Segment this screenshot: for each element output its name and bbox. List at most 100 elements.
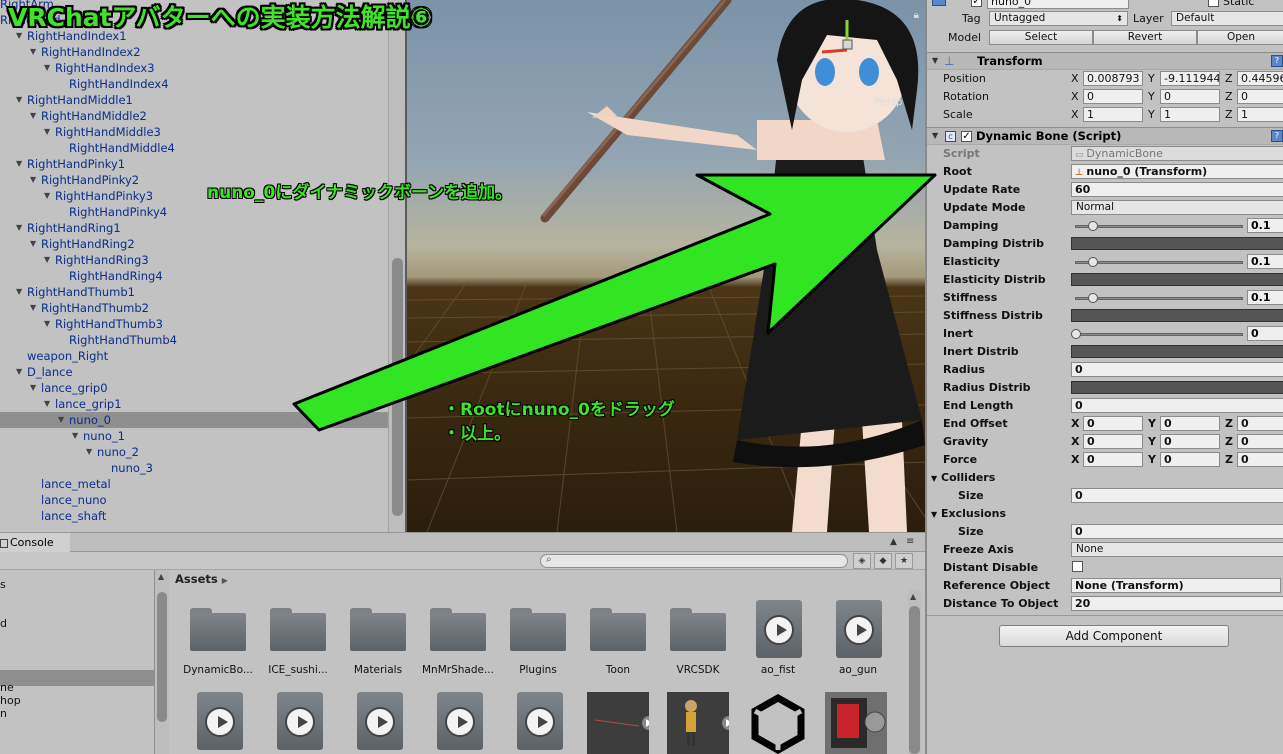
foldout-arrow-icon[interactable]: ▼	[16, 364, 22, 380]
hierarchy-item[interactable]: RightHandMiddle4	[0, 140, 388, 156]
active-checkbox[interactable]: ✓	[971, 0, 982, 7]
rotation-x-field[interactable]: 0	[1083, 89, 1143, 104]
end-offset-z-field[interactable]: 0	[1237, 416, 1283, 431]
hierarchy-item[interactable]: ▼ RightHandRing3	[0, 252, 388, 268]
hierarchy-item[interactable]: ▼ nuno_2	[0, 444, 388, 460]
hierarchy-item[interactable]: lance_nuno	[0, 492, 388, 508]
project-tree-item[interactable]: hop	[0, 694, 21, 708]
hierarchy-item[interactable]: ▼ RightHandIndex2	[0, 44, 388, 60]
hierarchy-scroll-thumb[interactable]	[392, 258, 403, 516]
audio-asset-icon[interactable]	[517, 692, 563, 750]
filter-by-label-icon[interactable]: ◆	[874, 553, 892, 569]
hierarchy-item[interactable]: ▼ RightHandMiddle1	[0, 92, 388, 108]
foldout-arrow-icon[interactable]: ▼	[86, 444, 92, 460]
tag-dropdown[interactable]: Untagged ⬍	[989, 11, 1128, 26]
project-search-input[interactable]: ⌕	[540, 554, 848, 568]
stiffness-slider[interactable]	[1071, 292, 1245, 305]
force-z-field[interactable]: 0	[1237, 452, 1283, 467]
exclusions-size-field[interactable]: 0	[1071, 524, 1283, 539]
hierarchy-item[interactable]: ▼ RightHandPinky1	[0, 156, 388, 172]
audio-asset-icon[interactable]	[437, 692, 483, 750]
hierarchy-item[interactable]: weapon_Right	[0, 348, 388, 364]
distance-to-object-field[interactable]: 20	[1071, 596, 1283, 611]
model-preview-icon[interactable]	[667, 692, 736, 754]
asset-item[interactable]: ICE_sushi...	[258, 592, 338, 682]
gameobject-name-field[interactable]: nuno_0	[987, 0, 1129, 9]
hierarchy-scrollbar[interactable]	[388, 0, 405, 532]
hierarchy-item[interactable]: ▼ RightHandThumb1	[0, 284, 388, 300]
lock-icon[interactable]: ▲	[890, 537, 897, 547]
force-y-field[interactable]: 0	[1160, 452, 1220, 467]
layer-dropdown[interactable]: Default	[1171, 11, 1283, 26]
stiffness-field[interactable]: 0.1	[1247, 290, 1283, 305]
foldout-arrow-icon[interactable]: ▼	[30, 236, 36, 252]
damping-distrib-curve[interactable]	[1071, 237, 1283, 250]
foldout-arrow-icon[interactable]: ▼	[58, 412, 64, 428]
inert-distrib-curve[interactable]	[1071, 345, 1283, 358]
hierarchy-item[interactable]: RightHandPinky4	[0, 204, 388, 220]
foldout-arrow-icon[interactable]: ▼	[30, 300, 36, 316]
foldout-arrow-icon[interactable]: ▼	[72, 428, 78, 444]
position-x-field[interactable]: 0.008793	[1083, 71, 1143, 86]
slider-knob[interactable]	[1088, 221, 1098, 231]
hierarchy-item[interactable]: ▼ lance_grip1	[0, 396, 388, 412]
model-open-button[interactable]: Open	[1197, 30, 1283, 45]
foldout-arrow-icon[interactable]: ▼	[44, 316, 50, 332]
foldout-arrow-icon[interactable]: ▼	[30, 172, 36, 188]
radius-distrib-curve[interactable]	[1071, 381, 1283, 394]
prefab-preview-icon[interactable]	[587, 692, 656, 754]
asset-item[interactable]: MnMrShade...	[418, 592, 498, 682]
foldout-arrow-icon[interactable]: ▼	[932, 56, 938, 65]
force-x-field[interactable]: 0	[1083, 452, 1143, 467]
end-offset-x-field[interactable]: 0	[1083, 416, 1143, 431]
foldout-arrow-icon[interactable]: ▼	[931, 510, 937, 519]
foldout-arrow-icon[interactable]: ▼	[30, 44, 36, 60]
hierarchy-item[interactable]: ▼ RightHandRing1	[0, 220, 388, 236]
radius-field[interactable]: 0	[1071, 362, 1283, 377]
filter-by-type-icon[interactable]: ◈	[853, 553, 871, 569]
hierarchy-item[interactable]: ▼ lance_grip0	[0, 380, 388, 396]
hierarchy-item[interactable]: ▼ RightHandMiddle2	[0, 108, 388, 124]
transform-header[interactable]: ▼ ⊥ Transform ?	[927, 52, 1283, 70]
favorite-star-icon[interactable]: ★	[895, 553, 913, 569]
foldout-arrow-icon[interactable]: ▼	[16, 156, 22, 172]
inert-field[interactable]: 0	[1247, 326, 1283, 341]
elasticity-slider[interactable]	[1071, 256, 1245, 269]
position-y-field[interactable]: -9.111944	[1160, 71, 1220, 86]
hierarchy-item[interactable]: ▼ nuno_1	[0, 428, 388, 444]
breadcrumb[interactable]: Assets ▶	[175, 572, 228, 586]
add-component-button[interactable]: Add Component	[999, 625, 1229, 647]
hierarchy-item[interactable]: ▼ D_lance	[0, 364, 388, 380]
foldout-arrow-icon[interactable]: ▼	[30, 108, 36, 124]
damping-field[interactable]: 0.1	[1247, 218, 1283, 233]
assets-scrollbar[interactable]: ▲	[908, 590, 921, 754]
project-tree-item[interactable]: d	[0, 617, 7, 631]
asset-item[interactable]: Plugins	[498, 592, 578, 682]
foldout-arrow-icon[interactable]: ▼	[16, 284, 22, 300]
hierarchy-item[interactable]: ▼ RightHandMiddle3	[0, 124, 388, 140]
unity-scene-icon[interactable]	[747, 692, 809, 754]
rotation-y-field[interactable]: 0	[1160, 89, 1220, 104]
end-length-field[interactable]: 0	[1071, 398, 1283, 413]
audio-asset-icon[interactable]	[277, 692, 323, 750]
freeze-axis-dropdown[interactable]: None	[1071, 542, 1283, 557]
root-field[interactable]: ⊥ nuno_0 (Transform)	[1071, 164, 1283, 179]
hierarchy-item[interactable]: RightHandThumb4	[0, 332, 388, 348]
elasticity-distrib-curve[interactable]	[1071, 273, 1283, 286]
audio-asset-icon[interactable]	[357, 692, 403, 750]
foldout-arrow-icon[interactable]: ▼	[44, 188, 50, 204]
elasticity-field[interactable]: 0.1	[1247, 254, 1283, 269]
assets-scroll-thumb[interactable]	[909, 606, 920, 754]
lock-icon[interactable]: 🔒︎	[914, 10, 919, 21]
breadcrumb-assets[interactable]: Assets	[175, 572, 218, 586]
foldout-arrow-icon[interactable]: ▼	[931, 474, 937, 483]
project-tree-scroll-thumb[interactable]	[157, 592, 167, 722]
project-tree-item[interactable]: s	[0, 578, 6, 592]
update-rate-field[interactable]: 60	[1071, 182, 1283, 197]
gravity-x-field[interactable]: 0	[1083, 434, 1143, 449]
reference-object-field[interactable]: None (Transform)	[1071, 578, 1281, 593]
slider-knob[interactable]	[1071, 329, 1081, 339]
texture-preview-icon[interactable]	[825, 692, 887, 754]
update-mode-dropdown[interactable]: Normal	[1071, 200, 1283, 215]
model-select-button[interactable]: Select	[989, 30, 1093, 45]
